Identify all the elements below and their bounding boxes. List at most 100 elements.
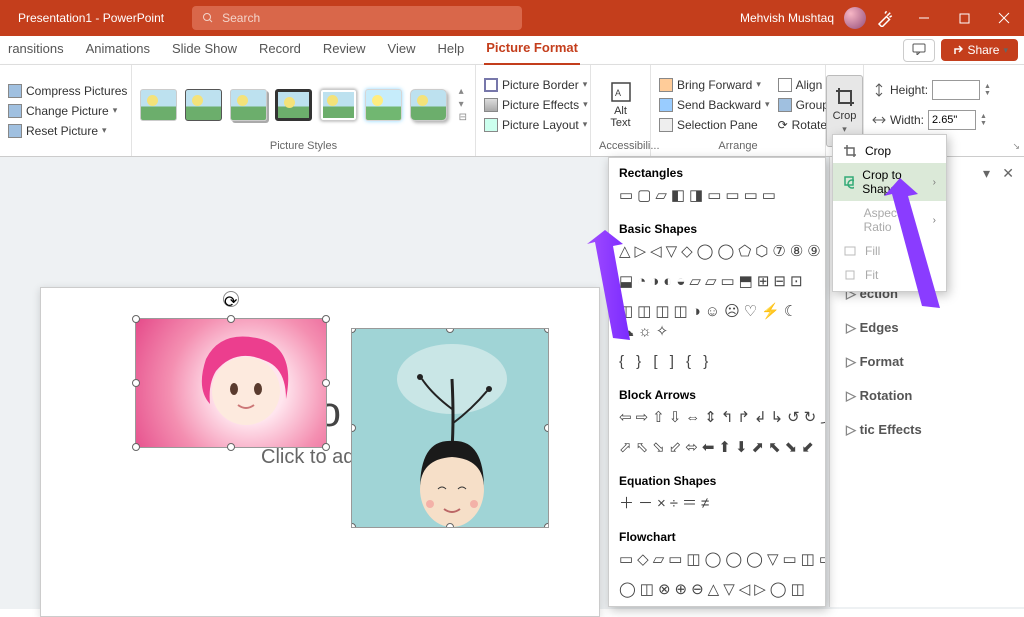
handle[interactable] bbox=[351, 523, 356, 528]
pane-item[interactable]: ▷ tic Effects bbox=[846, 413, 1008, 447]
width-up[interactable]: ▲ bbox=[980, 113, 987, 120]
handle[interactable] bbox=[132, 315, 140, 323]
shapes-row-basic[interactable]: ◫◫◫◫◑☺☹♡⚡☾☁☼✧ bbox=[609, 300, 825, 350]
pane-item[interactable]: ▷ Edges bbox=[846, 311, 1008, 345]
crop-menu-to-shape[interactable]: Crop to Shape › bbox=[833, 163, 946, 201]
pane-options-button[interactable]: ▾ bbox=[983, 165, 990, 182]
comments-button[interactable] bbox=[903, 39, 935, 62]
shapes-row-arrows[interactable]: ⬀⬁⬂⬃⬄⬅⬆⬇⬈⬉⬊⬋ bbox=[609, 436, 825, 466]
shapes-row-equation[interactable]: ＋－×÷＝≠ bbox=[609, 492, 825, 522]
shapes-heading-rectangles: Rectangles bbox=[609, 158, 825, 184]
picture-border-button[interactable]: Picture Border▾ bbox=[484, 76, 587, 94]
handle[interactable] bbox=[322, 379, 330, 387]
tab-transitions[interactable]: ransitions bbox=[6, 37, 66, 64]
handle[interactable] bbox=[446, 523, 454, 528]
shapes-heading-flowchart: Flowchart bbox=[609, 522, 825, 548]
shapes-row-flowchart[interactable]: ▭◇▱▭◫◯◯◯▽▭◫▭ bbox=[609, 548, 825, 578]
styles-more-up[interactable]: ▴ bbox=[459, 86, 467, 97]
picture-style-1[interactable] bbox=[140, 89, 177, 121]
picture-layout-button[interactable]: Picture Layout▾ bbox=[484, 116, 587, 134]
crop-menu-fit: Fit bbox=[833, 263, 946, 287]
layout-icon bbox=[484, 118, 498, 132]
crop-menu-aspect[interactable]: Aspect Ratio › bbox=[833, 201, 946, 239]
handle[interactable] bbox=[544, 328, 549, 333]
fill-icon bbox=[843, 244, 857, 258]
pane-item[interactable]: ▷ Format bbox=[846, 345, 1008, 379]
reset-picture-button[interactable]: Reset Picture▾ bbox=[8, 122, 107, 140]
tab-view[interactable]: View bbox=[386, 37, 418, 64]
picture-style-4[interactable] bbox=[275, 89, 312, 121]
crop-menu-crop[interactable]: Crop bbox=[833, 139, 946, 163]
shapes-row-arrows[interactable]: ⇦⇨⇧⇩⇔⇕↰↱↲↳↺↻⤴⤵ bbox=[609, 406, 825, 436]
handle[interactable] bbox=[227, 315, 235, 323]
styles-more-down[interactable]: ▾ bbox=[459, 99, 467, 110]
selection-pane-button[interactable]: Selection Pane bbox=[659, 116, 770, 134]
border-icon bbox=[484, 78, 498, 92]
picture-effects-button[interactable]: Picture Effects▾ bbox=[484, 96, 588, 114]
picture-style-5[interactable] bbox=[320, 89, 357, 121]
bring-forward-button[interactable]: Bring Forward▾ bbox=[659, 76, 770, 94]
picture-style-3[interactable] bbox=[230, 89, 267, 121]
handle[interactable] bbox=[322, 315, 330, 323]
shapes-gallery[interactable]: Rectangles ▭▢▱◧◨▭▭▭▭ Basic Shapes △▷◁▽◇◯… bbox=[608, 157, 826, 607]
slide-canvas[interactable]: to a Click to add ⟳ bbox=[40, 287, 600, 617]
send-backward-button[interactable]: Send Backward▾ bbox=[659, 96, 770, 114]
styles-gallery-button[interactable]: ⊟ bbox=[459, 112, 467, 123]
alt-text-button[interactable]: A Alt Text bbox=[604, 79, 638, 131]
picture-style-2[interactable] bbox=[185, 89, 222, 121]
tab-review[interactable]: Review bbox=[321, 37, 368, 64]
change-picture-button[interactable]: Change Picture▾ bbox=[8, 102, 117, 120]
tab-record[interactable]: Record bbox=[257, 37, 303, 64]
handle[interactable] bbox=[227, 443, 235, 451]
selected-image-1[interactable]: ⟳ bbox=[135, 318, 327, 448]
shapes-row-basic[interactable]: ⬓◔◑◐◒▱▱▭⬒⊞⊟⊡ bbox=[609, 270, 825, 300]
shapes-row-basic[interactable]: { } [ ] { } bbox=[609, 350, 825, 380]
selected-image-2[interactable]: ⟳ bbox=[351, 328, 549, 528]
rotate-handle-1[interactable]: ⟳ bbox=[223, 291, 239, 307]
picture-style-6[interactable] bbox=[365, 89, 402, 121]
maximize-button[interactable] bbox=[944, 0, 984, 36]
search-box[interactable]: Search bbox=[192, 6, 522, 30]
minimize-button[interactable] bbox=[904, 0, 944, 36]
user-name: Mehvish Mushtaq bbox=[740, 11, 834, 25]
height-up[interactable]: ▲ bbox=[984, 83, 991, 90]
height-down[interactable]: ▼ bbox=[984, 90, 991, 97]
handle[interactable] bbox=[544, 523, 549, 528]
reset-icon bbox=[8, 124, 22, 138]
group-icon bbox=[778, 98, 792, 112]
compress-pictures-button[interactable]: Compress Pictures bbox=[8, 82, 127, 100]
size-launcher[interactable]: ↘ bbox=[1012, 141, 1020, 152]
pane-close-button[interactable]: ✕ bbox=[1002, 165, 1014, 182]
height-row[interactable]: Height: ▲▼ bbox=[872, 80, 991, 100]
tab-animations[interactable]: Animations bbox=[84, 37, 152, 64]
bring-forward-icon bbox=[659, 78, 673, 92]
width-down[interactable]: ▼ bbox=[980, 120, 987, 127]
width-row[interactable]: Width: ▲▼ bbox=[872, 110, 987, 130]
chevron-right-icon: › bbox=[933, 177, 936, 188]
tab-picture-format[interactable]: Picture Format bbox=[484, 36, 580, 65]
avatar[interactable] bbox=[844, 7, 866, 29]
handle[interactable] bbox=[132, 379, 140, 387]
width-icon bbox=[872, 113, 886, 127]
close-button[interactable] bbox=[984, 0, 1024, 36]
tab-slideshow[interactable]: Slide Show bbox=[170, 37, 239, 64]
shapes-row-basic[interactable]: △▷◁▽◇◯◯⬠⬡⑦⑧⑨⑩ bbox=[609, 240, 825, 270]
image-2-content bbox=[352, 329, 549, 528]
subtitle-placeholder[interactable]: Click to add bbox=[261, 446, 366, 469]
change-picture-icon bbox=[8, 104, 22, 118]
tab-help[interactable]: Help bbox=[436, 37, 467, 64]
shapes-row-rectangles[interactable]: ▭▢▱◧◨▭▭▭▭ bbox=[609, 184, 825, 214]
handle[interactable] bbox=[544, 424, 549, 432]
picture-style-7[interactable] bbox=[410, 89, 447, 121]
width-input[interactable] bbox=[928, 110, 976, 130]
pane-item[interactable]: ▷ Rotation bbox=[846, 379, 1008, 413]
alt-text-icon: A bbox=[610, 81, 632, 103]
carrot-icon[interactable] bbox=[876, 9, 894, 27]
height-input[interactable] bbox=[932, 80, 980, 100]
shapes-row-flowchart[interactable]: ◯◫⊗⊕⊖△▽◁▷◯◫ bbox=[609, 578, 825, 607]
handle[interactable] bbox=[132, 443, 140, 451]
handle[interactable] bbox=[322, 443, 330, 451]
svg-text:A: A bbox=[615, 88, 621, 98]
share-button[interactable]: Share▾ bbox=[941, 39, 1018, 61]
compress-icon bbox=[8, 84, 22, 98]
